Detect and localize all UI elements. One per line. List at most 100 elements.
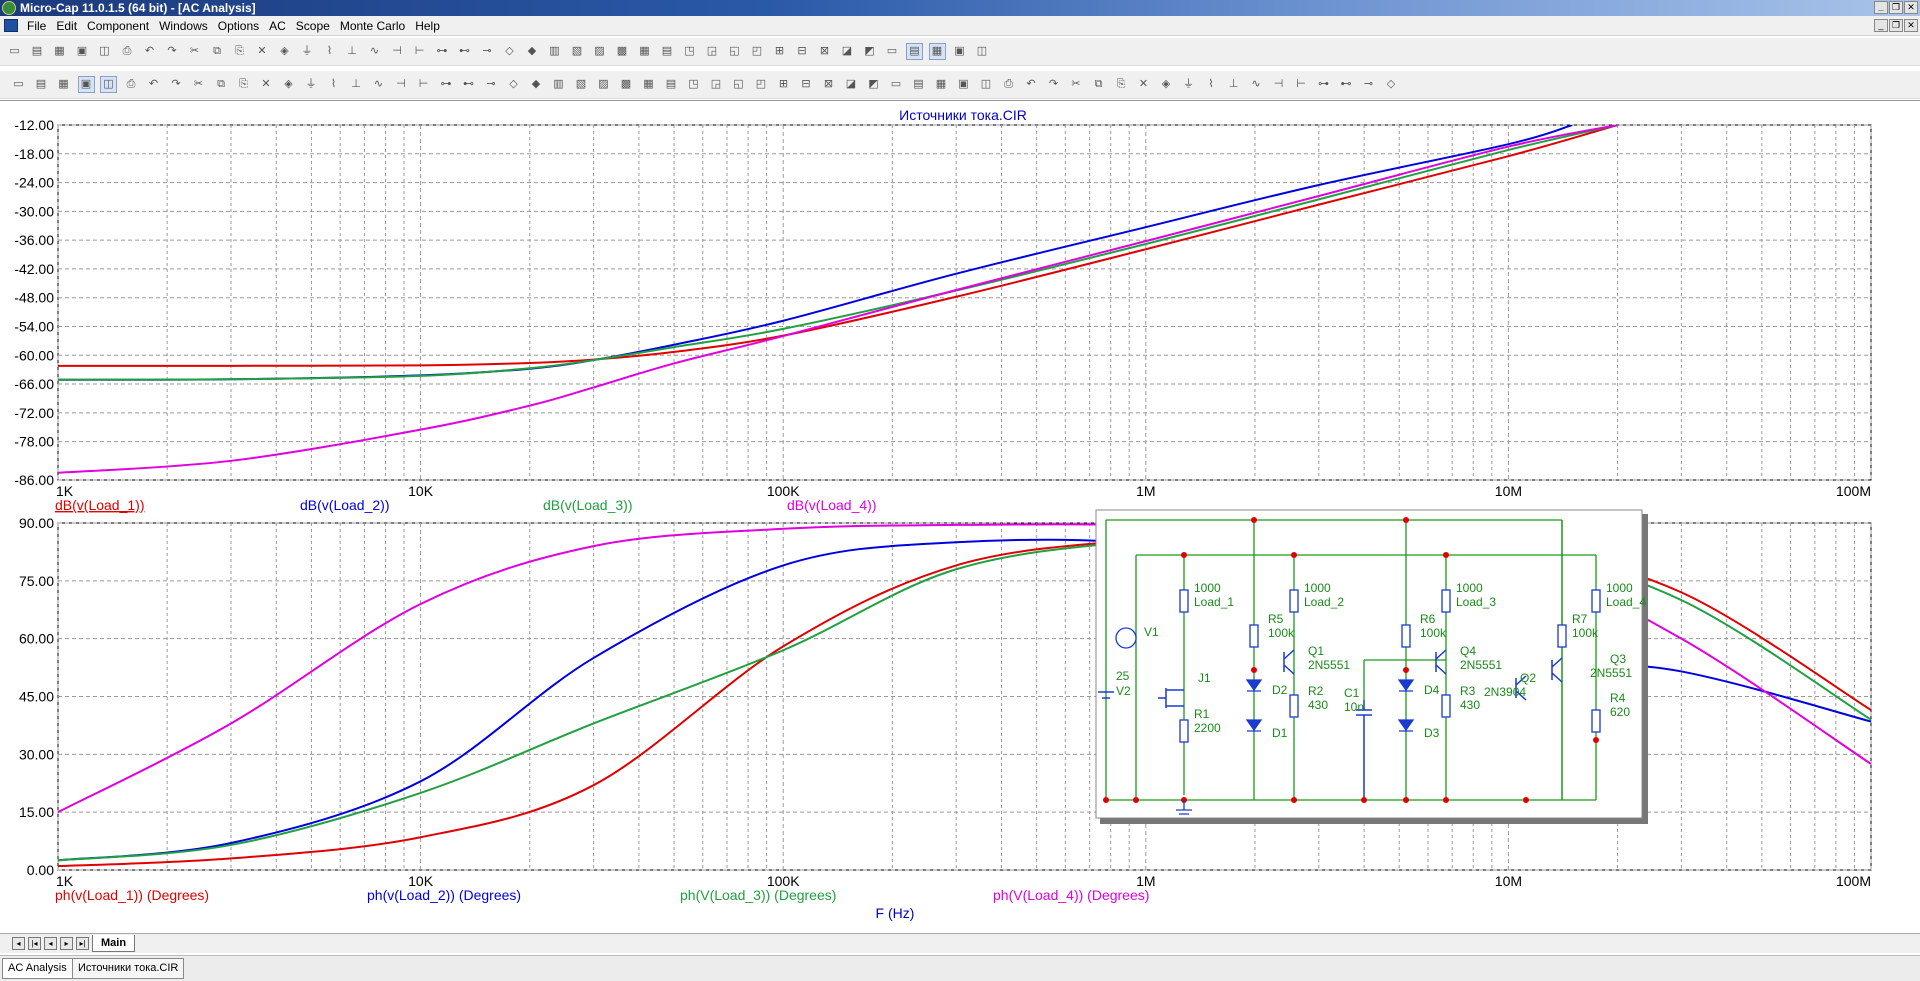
toolbar-icon-button[interactable]: ⊶	[438, 76, 455, 93]
toolbar-icon-button[interactable]: ⌇	[325, 76, 342, 93]
toolbar-icon-button[interactable]: ◩	[861, 43, 878, 60]
toolbar-icon-button[interactable]: ⊠	[820, 76, 837, 93]
toolbar-icon-button[interactable]: ▤	[659, 43, 676, 60]
minimize-button[interactable]: _	[1874, 1, 1888, 14]
menu-component[interactable]: Component	[82, 19, 154, 33]
document-icon[interactable]	[4, 19, 18, 32]
toolbar-icon-button[interactable]: ∿	[1248, 76, 1265, 93]
toolbar-icon-button[interactable]: ▦	[51, 43, 68, 60]
toolbar-icon-button[interactable]: ▦	[640, 76, 657, 93]
toolbar-icon-button[interactable]: ↶	[1023, 76, 1040, 93]
toolbar-icon-button[interactable]: ⊠	[816, 43, 833, 60]
toolbar-icon-button[interactable]: ⊢	[1293, 76, 1310, 93]
toolbar-icon-button[interactable]: ▨	[591, 43, 608, 60]
toolbar-icon-button[interactable]: ▤	[910, 76, 927, 93]
restore-button[interactable]: ❐	[1889, 1, 1903, 14]
toolbar-icon-button[interactable]: ⊸	[1360, 76, 1377, 93]
scroll-left-icon[interactable]: ◂	[12, 937, 25, 950]
toolbar-icon-button[interactable]: ▤	[29, 43, 46, 60]
toolbar-icon-button[interactable]: ⏚	[1180, 76, 1197, 93]
toolbar-icon-button[interactable]: ◳	[681, 43, 698, 60]
toolbar-icon-button[interactable]: ▭	[10, 76, 27, 93]
toolbar-icon-button[interactable]: ⌇	[1203, 76, 1220, 93]
toolbar-icon-button[interactable]: ⎙	[119, 43, 136, 60]
toolbar-icon-button[interactable]: ◇	[501, 43, 518, 60]
toolbar-icon-button[interactable]: ⊸	[479, 43, 496, 60]
toolbar-icon-button[interactable]: ▭	[884, 43, 901, 60]
toolbar-icon-button[interactable]: ⧉	[209, 43, 226, 60]
toolbar-icon-button[interactable]: ▣	[955, 76, 972, 93]
toolbar-icon-button[interactable]: ⊟	[798, 76, 815, 93]
toolbar-icon-button[interactable]: ▦	[933, 76, 950, 93]
menu-file[interactable]: File	[22, 19, 51, 33]
toolbar-icon-button[interactable]: ⊷	[456, 43, 473, 60]
toolbar-icon-button[interactable]: ✂	[186, 43, 203, 60]
toolbar-icon-button[interactable]: ↶	[141, 43, 158, 60]
toolbar-icon-button[interactable]: ∿	[370, 76, 387, 93]
menu-ac[interactable]: AC	[264, 19, 291, 33]
menu-edit[interactable]: Edit	[51, 19, 82, 33]
toolbar-icon-button[interactable]: ↶	[145, 76, 162, 93]
toolbar-icon-button[interactable]: ⊞	[775, 76, 792, 93]
toolbar-icon-button[interactable]: ⊣	[389, 43, 406, 60]
toolbar-icon-button[interactable]: ⊷	[460, 76, 477, 93]
toolbar-icon-button[interactable]: ⊢	[411, 43, 428, 60]
last-page-icon[interactable]: ▸|	[76, 937, 89, 950]
schematic-inset[interactable]: V1J1R1220025V21000Load_1R5100kQ12N5551D2…	[1095, 509, 1648, 824]
toolbar-icon-button[interactable]: ▥	[546, 43, 563, 60]
close-button[interactable]: ✕	[1904, 1, 1918, 14]
toolbar-icon-button[interactable]: ✂	[1068, 76, 1085, 93]
toolbar-icon-button[interactable]: ◆	[524, 43, 541, 60]
menu-windows[interactable]: Windows	[154, 19, 213, 33]
toolbar-icon-button[interactable]: ▤	[33, 76, 50, 93]
window-tab-circuit[interactable]: Источники тока.CIR	[72, 958, 185, 979]
toolbar-icon-button[interactable]: ⊟	[794, 43, 811, 60]
toolbar-icon-button[interactable]: ⧉	[1090, 76, 1107, 93]
toolbar-icon-button[interactable]: ▭	[6, 43, 23, 60]
menu-monte-carlo[interactable]: Monte Carlo	[335, 19, 410, 33]
toolbar-icon-button[interactable]: ⊥	[348, 76, 365, 93]
toolbar-icon-button[interactable]: ⊸	[483, 76, 500, 93]
doc-close-button[interactable]: ✕	[1904, 19, 1918, 32]
toolbar-icon-button[interactable]: ✂	[190, 76, 207, 93]
doc-restore-button[interactable]: ❐	[1889, 19, 1903, 32]
toolbar-icon-button[interactable]: ◰	[749, 43, 766, 60]
menu-scope[interactable]: Scope	[291, 19, 335, 33]
toolbar-icon-button[interactable]: ▣	[951, 43, 968, 60]
toolbar-icon-button[interactable]: ◫	[100, 76, 117, 93]
toolbar-icon-button[interactable]: ◪	[839, 43, 856, 60]
toolbar-icon-button[interactable]: ⌇	[321, 43, 338, 60]
toolbar-icon-button[interactable]: ▦	[928, 43, 946, 60]
toolbar-icon-button[interactable]: ⊣	[393, 76, 410, 93]
menu-options[interactable]: Options	[213, 19, 264, 33]
window-tab-ac-analysis[interactable]: AC Analysis	[2, 958, 73, 979]
toolbar-icon-button[interactable]: ⧉	[213, 76, 230, 93]
toolbar-icon-button[interactable]: ▤	[663, 76, 680, 93]
toolbar-icon-button[interactable]: ◆	[528, 76, 545, 93]
sheet-tab-main[interactable]: Main	[92, 935, 136, 952]
toolbar-icon-button[interactable]: ▣	[74, 43, 91, 60]
toolbar-icon-button[interactable]: ◪	[843, 76, 860, 93]
first-page-icon[interactable]: |◂	[28, 937, 41, 950]
toolbar-icon-button[interactable]: ▧	[569, 43, 586, 60]
toolbar-icon-button[interactable]: ▦	[636, 43, 653, 60]
toolbar-icon-button[interactable]: ◩	[865, 76, 882, 93]
toolbar-icon-button[interactable]: ⊷	[1338, 76, 1355, 93]
toolbar-icon-button[interactable]: ◳	[685, 76, 702, 93]
toolbar-icon-button[interactable]: ▭	[888, 76, 905, 93]
toolbar-icon-button[interactable]: ⏚	[303, 76, 320, 93]
toolbar-icon-button[interactable]: ◫	[96, 43, 113, 60]
toolbar-icon-button[interactable]: ⊶	[1315, 76, 1332, 93]
next-page-icon[interactable]: ▸	[60, 937, 73, 950]
toolbar-icon-button[interactable]: ↷	[164, 43, 181, 60]
toolbar-icon-button[interactable]: ▥	[550, 76, 567, 93]
toolbar-icon-button[interactable]: ◱	[726, 43, 743, 60]
toolbar-icon-button[interactable]: ◲	[704, 43, 721, 60]
toolbar-icon-button[interactable]: ⎙	[1000, 76, 1017, 93]
prev-page-icon[interactable]: ◂	[44, 937, 57, 950]
toolbar-icon-button[interactable]: ▩	[614, 43, 631, 60]
toolbar-icon-button[interactable]: ▦	[55, 76, 72, 93]
toolbar-icon-button[interactable]: ✕	[254, 43, 271, 60]
toolbar-icon-button[interactable]: ▩	[618, 76, 635, 93]
toolbar-icon-button[interactable]: ∿	[366, 43, 383, 60]
